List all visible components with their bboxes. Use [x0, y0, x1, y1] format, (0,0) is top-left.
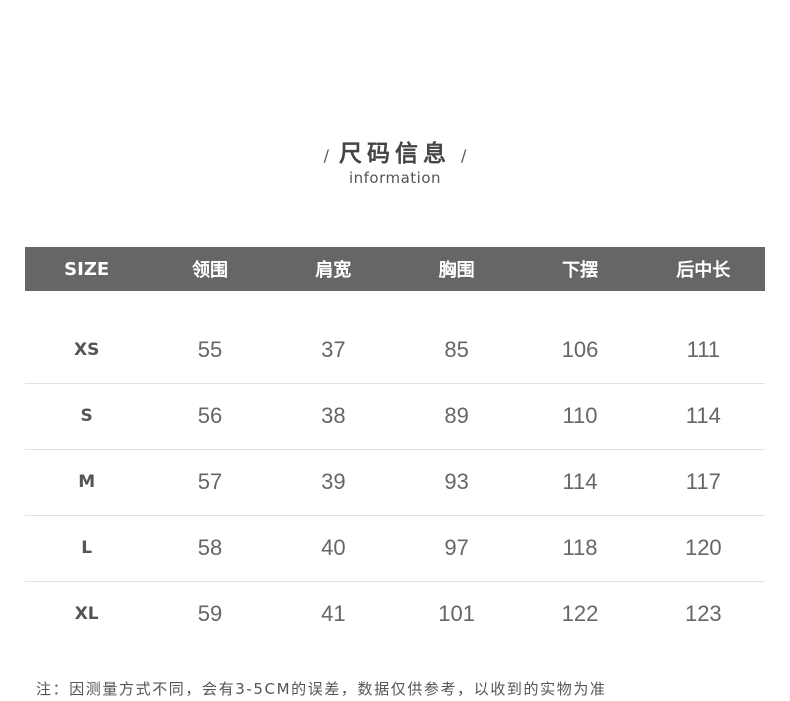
neck-cell: 59 [197, 601, 223, 626]
table-row: XS 55 37 85 106 111 [25, 291, 765, 384]
column-header-hem: 下摆 [518, 247, 642, 291]
neck-cell: 57 [148, 449, 272, 516]
chest-cell: 101 [438, 601, 475, 626]
column-header-back-length: 后中长 [641, 247, 765, 291]
size-cell: XL [74, 604, 99, 624]
shoulder-cell: 41 [321, 601, 346, 626]
size-cell: L [25, 515, 149, 582]
shoulder-cell: 39 [271, 449, 395, 516]
shoulder-cell: 37 [271, 291, 395, 384]
chest-cell: 85 [394, 291, 519, 384]
neck-cell: 55 [148, 291, 272, 384]
shoulder-cell: 40 [271, 515, 395, 582]
neck-cell: 56 [148, 383, 272, 450]
neck-cell: 58 [148, 515, 272, 582]
page-subtitle: information [348, 169, 442, 187]
chest-cell: 97 [394, 515, 519, 582]
chest-cell: 89 [394, 383, 519, 450]
title-slash-left: / [323, 145, 329, 165]
title-row: / 尺码信息 / [0, 134, 790, 168]
back-length-cell: 123 [684, 601, 722, 626]
table-row: M 57 39 93 114 117 [25, 449, 765, 516]
shoulder-cell: 38 [271, 383, 395, 450]
column-header-neck: 领围 [148, 247, 272, 291]
page-title: 尺码信息 [339, 141, 451, 167]
section-header: / 尺码信息 / information [0, 134, 790, 187]
hem-cell: 122 [561, 601, 599, 626]
hem-cell: 118 [518, 515, 642, 582]
back-length-cell: 117 [641, 449, 765, 516]
size-cell: M [25, 449, 149, 516]
back-length-cell: 114 [641, 383, 765, 450]
column-header-chest: 胸围 [394, 247, 519, 291]
back-length-cell: 111 [641, 291, 765, 384]
back-length-cell: 120 [641, 515, 765, 582]
hem-cell: 106 [518, 291, 642, 384]
title-slash-right: / [461, 145, 467, 165]
column-header-size: SIZE [25, 247, 149, 291]
table-row: L 58 40 97 118 120 [25, 515, 765, 582]
table-row: S 56 38 89 110 114 [25, 383, 765, 450]
chest-cell: 93 [394, 449, 519, 516]
table-row: XL 59 41 101 122 123 [25, 581, 765, 647]
column-header-shoulder: 肩宽 [271, 247, 395, 291]
table-header-row: SIZE 领围 肩宽 胸围 下摆 后中长 [25, 247, 765, 291]
measurement-note: 注：因测量方式不同，会有3-5CM的误差，数据仅供参考，以收到的实物为准 [36, 680, 607, 698]
size-chart-table: SIZE 领围 肩宽 胸围 下摆 后中长 XS 55 37 85 106 111… [25, 247, 765, 647]
size-cell: S [25, 383, 149, 450]
hem-cell: 110 [518, 383, 642, 450]
size-cell: XS [25, 291, 149, 384]
hem-cell: 114 [518, 449, 642, 516]
